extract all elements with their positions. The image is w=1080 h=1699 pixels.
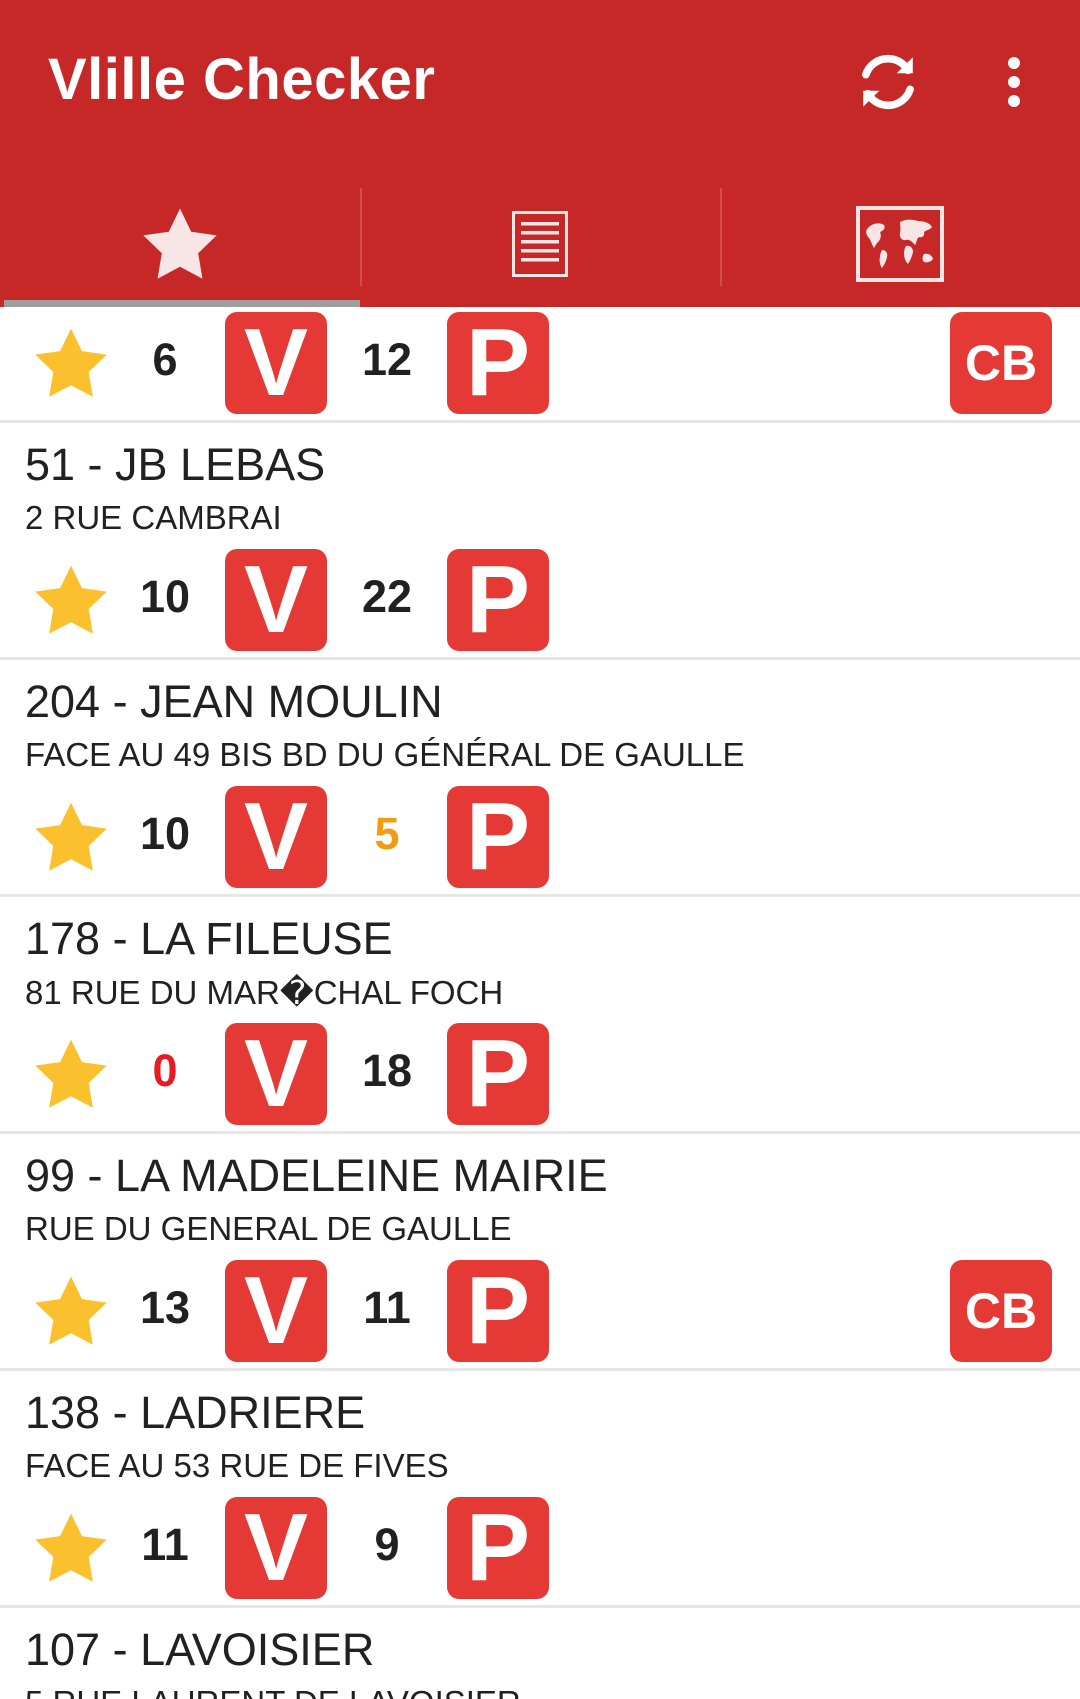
bikes-count: 13 — [139, 1282, 191, 1333]
tab-bar — [0, 180, 1080, 307]
places-badge: P — [447, 1494, 549, 1601]
favorite-star-icon[interactable] — [32, 1511, 110, 1585]
bikes-count: 10 — [139, 571, 191, 622]
card-payment-badge: CB — [950, 1260, 1052, 1362]
bikes-badge: V — [225, 546, 327, 653]
list-item[interactable]: 204 - JEAN MOULIN FACE AU 49 BIS BD DU G… — [0, 660, 1080, 897]
station-address: 5 RUE LAURENT DE LAVOISIER — [25, 1684, 521, 1699]
tab-divider — [360, 188, 362, 286]
places-count: 5 — [374, 808, 400, 859]
tab-favorites[interactable] — [0, 180, 360, 307]
bikes-badge: V — [225, 783, 327, 890]
star-icon — [143, 208, 217, 279]
station-name: 107 - LAVOISIER — [25, 1624, 375, 1675]
places-badge: P — [447, 1257, 549, 1364]
favorite-star-icon[interactable] — [32, 563, 110, 637]
favorite-star-icon[interactable] — [32, 800, 110, 874]
places-count: 18 — [361, 1045, 413, 1096]
station-address: 2 RUE CAMBRAI — [25, 499, 282, 536]
station-name: 51 - JB LEBAS — [25, 439, 326, 490]
bikes-badge: V — [225, 309, 327, 416]
card-payment-badge: CB — [950, 312, 1052, 414]
places-badge: P — [447, 783, 549, 890]
station-name: 204 - JEAN MOULIN — [25, 676, 443, 727]
places-badge: P — [447, 1020, 549, 1127]
station-address: FACE AU 49 BIS BD DU GÉNÉRAL DE GAULLE — [25, 736, 745, 773]
places-count: 11 — [363, 1282, 411, 1333]
places-badge: P — [447, 546, 549, 653]
favorite-star-icon[interactable] — [32, 326, 110, 400]
more-vert-icon — [1008, 57, 1020, 107]
list-item[interactable]: 99 - LA MADELEINE MAIRIE RUE DU GENERAL … — [0, 1134, 1080, 1371]
tab-map[interactable] — [720, 180, 1080, 307]
selected-tab-indicator — [4, 300, 360, 307]
bikes-badge: V — [225, 1020, 327, 1127]
station-address: FACE AU 53 RUE DE FIVES — [25, 1447, 449, 1484]
tab-stations-list[interactable] — [360, 180, 720, 307]
list-item[interactable]: 138 - LADRIERE FACE AU 53 RUE DE FIVES 1… — [0, 1371, 1080, 1608]
tab-divider — [720, 188, 722, 286]
list-item[interactable]: 51 - JB LEBAS 2 RUE CAMBRAI 10 V 22 P — [0, 423, 1080, 660]
list-icon — [512, 210, 568, 277]
bikes-count: 11 — [141, 1519, 189, 1570]
places-count: 9 — [374, 1519, 400, 1570]
refresh-button[interactable] — [840, 36, 936, 128]
bikes-count: 0 — [152, 1045, 178, 1096]
more-options-button[interactable] — [984, 36, 1044, 128]
list-item[interactable]: 6 V 12 P CB — [0, 307, 1080, 423]
app-bar: Vlille Checker — [0, 0, 1080, 307]
favorite-star-icon[interactable] — [32, 1037, 110, 1111]
app-title: Vlille Checker — [48, 47, 436, 112]
map-icon — [856, 205, 944, 282]
refresh-icon — [862, 54, 914, 110]
station-name: 99 - LA MADELEINE MAIRIE — [25, 1150, 608, 1201]
station-name: 178 - LA FILEUSE — [25, 913, 393, 964]
bikes-badge: V — [225, 1494, 327, 1601]
bikes-count: 10 — [139, 808, 191, 859]
list-item[interactable]: 178 - LA FILEUSE 81 RUE DU MAR�CHAL FOCH… — [0, 897, 1080, 1134]
favorite-star-icon[interactable] — [32, 1274, 110, 1348]
station-address: RUE DU GENERAL DE GAULLE — [25, 1210, 512, 1247]
places-count: 22 — [361, 571, 413, 622]
bikes-badge: V — [225, 1257, 327, 1364]
station-name: 138 - LADRIERE — [25, 1387, 366, 1438]
station-address: 81 RUE DU MAR�CHAL FOCH — [25, 974, 504, 1011]
bikes-count: 6 — [152, 334, 178, 385]
places-count: 12 — [361, 334, 413, 385]
places-badge: P — [447, 309, 549, 416]
list-item[interactable]: 107 - LAVOISIER 5 RUE LAURENT DE LAVOISI… — [0, 1608, 1080, 1699]
